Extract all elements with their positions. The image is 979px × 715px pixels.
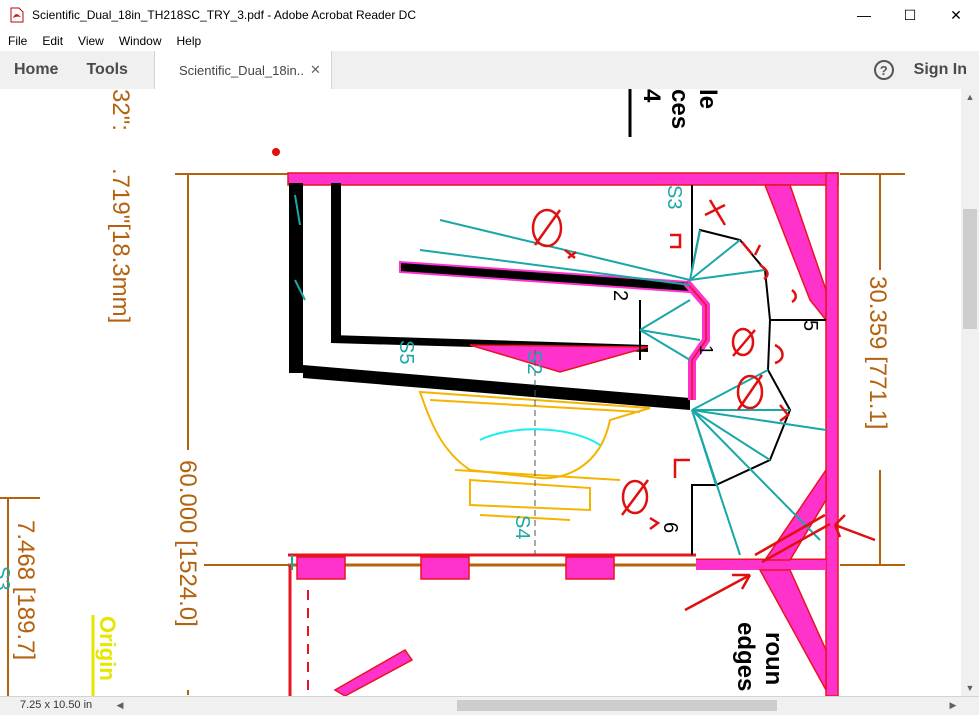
help-icon[interactable]: ? bbox=[873, 60, 894, 80]
menu-file[interactable]: File bbox=[0, 34, 34, 48]
label-1: 1 bbox=[696, 345, 716, 355]
scroll-up-icon[interactable]: ▲ bbox=[961, 89, 979, 105]
menu-bar: File Edit View Window Help bbox=[0, 30, 979, 51]
label-6: 6 bbox=[659, 522, 681, 533]
note-origin: Origin bbox=[95, 616, 120, 681]
label-s4: S4 bbox=[511, 515, 533, 539]
menu-view[interactable]: View bbox=[70, 34, 111, 48]
label-2: 2 bbox=[609, 290, 631, 301]
tab-bar: Home Tools Scientific_Dual_18in... ✕ ? S… bbox=[0, 51, 979, 90]
dim-bottom-left: 7.468 [189.7] bbox=[12, 520, 39, 660]
close-window-button[interactable]: ✕ bbox=[933, 0, 979, 30]
note-round: roun bbox=[760, 632, 787, 685]
label-5: 5 bbox=[799, 320, 821, 331]
document-viewport[interactable]: .719"[18.3mm] 32": 60.000 [1524.0] 7.468… bbox=[0, 89, 961, 696]
note-edges: edges bbox=[732, 622, 759, 691]
horizontal-scroll-thumb[interactable] bbox=[457, 700, 777, 711]
tab-tools[interactable]: Tools bbox=[72, 51, 141, 89]
note-top-3: 4 bbox=[638, 89, 665, 103]
note-top-1: le bbox=[694, 89, 721, 109]
close-tab-icon[interactable]: ✕ bbox=[310, 62, 321, 78]
document-tab-label: Scientific_Dual_18in... bbox=[178, 62, 305, 78]
minimize-icon: — bbox=[857, 7, 871, 23]
maximize-button[interactable]: ☐ bbox=[887, 0, 933, 30]
pdf-file-icon bbox=[10, 7, 24, 23]
maximize-icon: ☐ bbox=[903, 6, 917, 23]
tab-document[interactable]: Scientific_Dual_18in... ✕ bbox=[153, 51, 332, 89]
dim-top-left-partial: 32": bbox=[107, 89, 134, 131]
vertical-scroll-thumb[interactable] bbox=[963, 209, 977, 329]
note-top-2: ces bbox=[666, 89, 693, 129]
dim-right: 30.359 [771.1] bbox=[864, 276, 891, 429]
window-title: Scientific_Dual_18in_TH218SC_TRY_3.pdf -… bbox=[32, 8, 416, 22]
minimize-button[interactable]: — bbox=[841, 0, 887, 30]
tab-home[interactable]: Home bbox=[0, 51, 72, 89]
title-bar: Scientific_Dual_18in_TH218SC_TRY_3.pdf -… bbox=[0, 0, 979, 30]
menu-window[interactable]: Window bbox=[111, 34, 169, 48]
scroll-left-icon[interactable]: ◀ bbox=[112, 697, 128, 713]
label-s3: S3 bbox=[663, 185, 685, 209]
scroll-right-icon[interactable]: ▶ bbox=[945, 697, 961, 713]
label-s5: S5 bbox=[395, 340, 417, 364]
menu-help[interactable]: Help bbox=[169, 34, 209, 48]
label-s2: S2 bbox=[523, 350, 545, 374]
vertical-scrollbar[interactable]: ▲ ▼ bbox=[961, 89, 979, 696]
dim-center: 60.000 [1524.0] bbox=[174, 460, 201, 627]
close-icon: ✕ bbox=[950, 6, 962, 23]
dim-top-left: .719"[18.3mm] bbox=[107, 168, 134, 323]
sign-in-button[interactable]: Sign In bbox=[914, 61, 967, 79]
scroll-down-icon[interactable]: ▼ bbox=[961, 680, 979, 696]
page-size-label: 7.25 x 10.50 in bbox=[20, 699, 93, 711]
horizontal-scrollbar[interactable]: ◀ ▶ bbox=[112, 697, 961, 713]
menu-edit[interactable]: Edit bbox=[34, 34, 70, 48]
label-s3-bottom: S3 bbox=[0, 566, 13, 590]
speaker-drawing: .719"[18.3mm] 32": 60.000 [1524.0] 7.468… bbox=[0, 89, 905, 696]
